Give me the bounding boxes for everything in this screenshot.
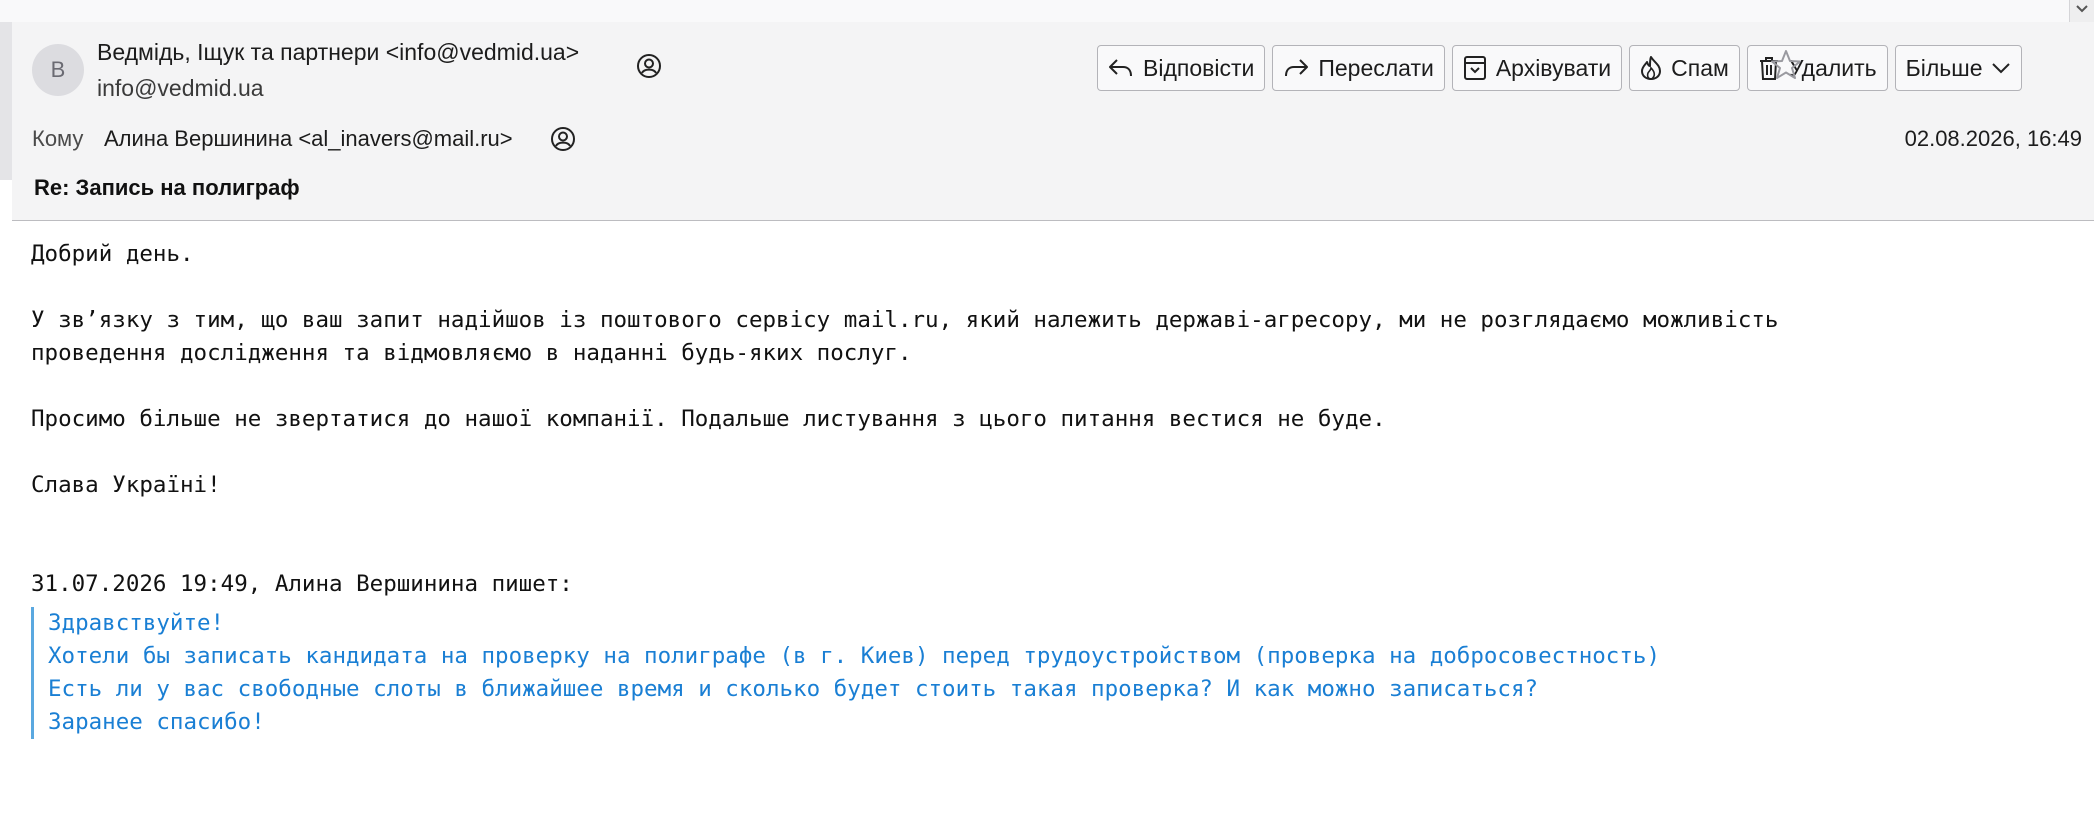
contact-icon[interactable] bbox=[636, 53, 662, 79]
reply-label: Відповісти bbox=[1143, 54, 1255, 81]
quote-header: 31.07.2026 19:49, Алина Вершинина пишет: bbox=[31, 571, 573, 597]
quote-line: Здравствуйте! bbox=[48, 610, 225, 636]
top-strip bbox=[0, 0, 2094, 23]
reply-icon bbox=[1109, 59, 1132, 77]
spam-button[interactable]: Спам bbox=[1629, 45, 1740, 91]
quote-line: Заранее спасибо! bbox=[48, 709, 265, 735]
greeting: Добрий день. bbox=[31, 241, 194, 267]
message-header: В Ведмідь, Іщук та партнери <info@vedmid… bbox=[12, 22, 2094, 221]
reply-button[interactable]: Відповісти bbox=[1097, 45, 1266, 91]
contact-icon[interactable] bbox=[550, 126, 576, 152]
message-subject: Re: Запись на полиграф bbox=[34, 175, 300, 200]
forward-icon bbox=[1285, 59, 1309, 77]
closing: Слава Україні! bbox=[31, 472, 221, 498]
forward-button[interactable]: Переслати bbox=[1272, 45, 1445, 91]
chevron-down-icon bbox=[1991, 63, 2010, 74]
more-button[interactable]: Більше bbox=[1894, 45, 2022, 91]
spam-icon bbox=[1641, 56, 1662, 80]
body-paragraph-line: У зв’язку з тим, що ваш запит надійшов і… bbox=[31, 307, 1779, 333]
to-label: Кому bbox=[32, 126, 84, 151]
from-email: info@vedmid.ua bbox=[97, 75, 264, 101]
more-label: Більше bbox=[1905, 54, 1983, 81]
to-recipient[interactable]: Алина Вершинина <al_inavers@mail.ru> bbox=[104, 126, 513, 152]
delete-button[interactable]: Удалить bbox=[1746, 45, 1888, 91]
message-body: Добрий день. У зв’язку з тим, що ваш зап… bbox=[31, 238, 2081, 739]
body-paragraph-line: проведення дослідження та відмовляємо в … bbox=[31, 340, 912, 366]
forward-label: Переслати bbox=[1318, 54, 1434, 81]
chevron-down-icon bbox=[2076, 5, 2088, 13]
quote-line: Хотели бы записать кандидата на проверку… bbox=[48, 643, 1660, 669]
archive-button[interactable]: Архівувати bbox=[1451, 45, 1623, 91]
message-window: В Ведмідь, Іщук та партнери <info@vedmid… bbox=[0, 0, 2094, 828]
star-icon[interactable] bbox=[1769, 48, 1803, 82]
scroll-down-button[interactable] bbox=[2069, 0, 2094, 22]
quote-line: Есть ли у вас свободные слоты в ближайше… bbox=[48, 676, 1539, 702]
left-scrollbar[interactable] bbox=[0, 22, 12, 180]
quoted-message: Здравствуйте! Хотели бы записать кандида… bbox=[31, 607, 2081, 739]
archive-icon bbox=[1463, 56, 1486, 80]
body-paragraph: Просимо більше не звертатися до нашої ко… bbox=[31, 406, 1386, 432]
message-toolbar: Відповісти Переслати Архівувати Спам Уда… bbox=[1097, 45, 2022, 93]
avatar: В bbox=[32, 44, 84, 96]
archive-label: Архівувати bbox=[1495, 54, 1612, 81]
spam-label: Спам bbox=[1671, 54, 1729, 81]
message-date: 02.08.2026, 16:49 bbox=[1904, 126, 2082, 151]
from-name[interactable]: Ведмідь, Іщук та партнери <info@vedmid.u… bbox=[97, 39, 579, 66]
